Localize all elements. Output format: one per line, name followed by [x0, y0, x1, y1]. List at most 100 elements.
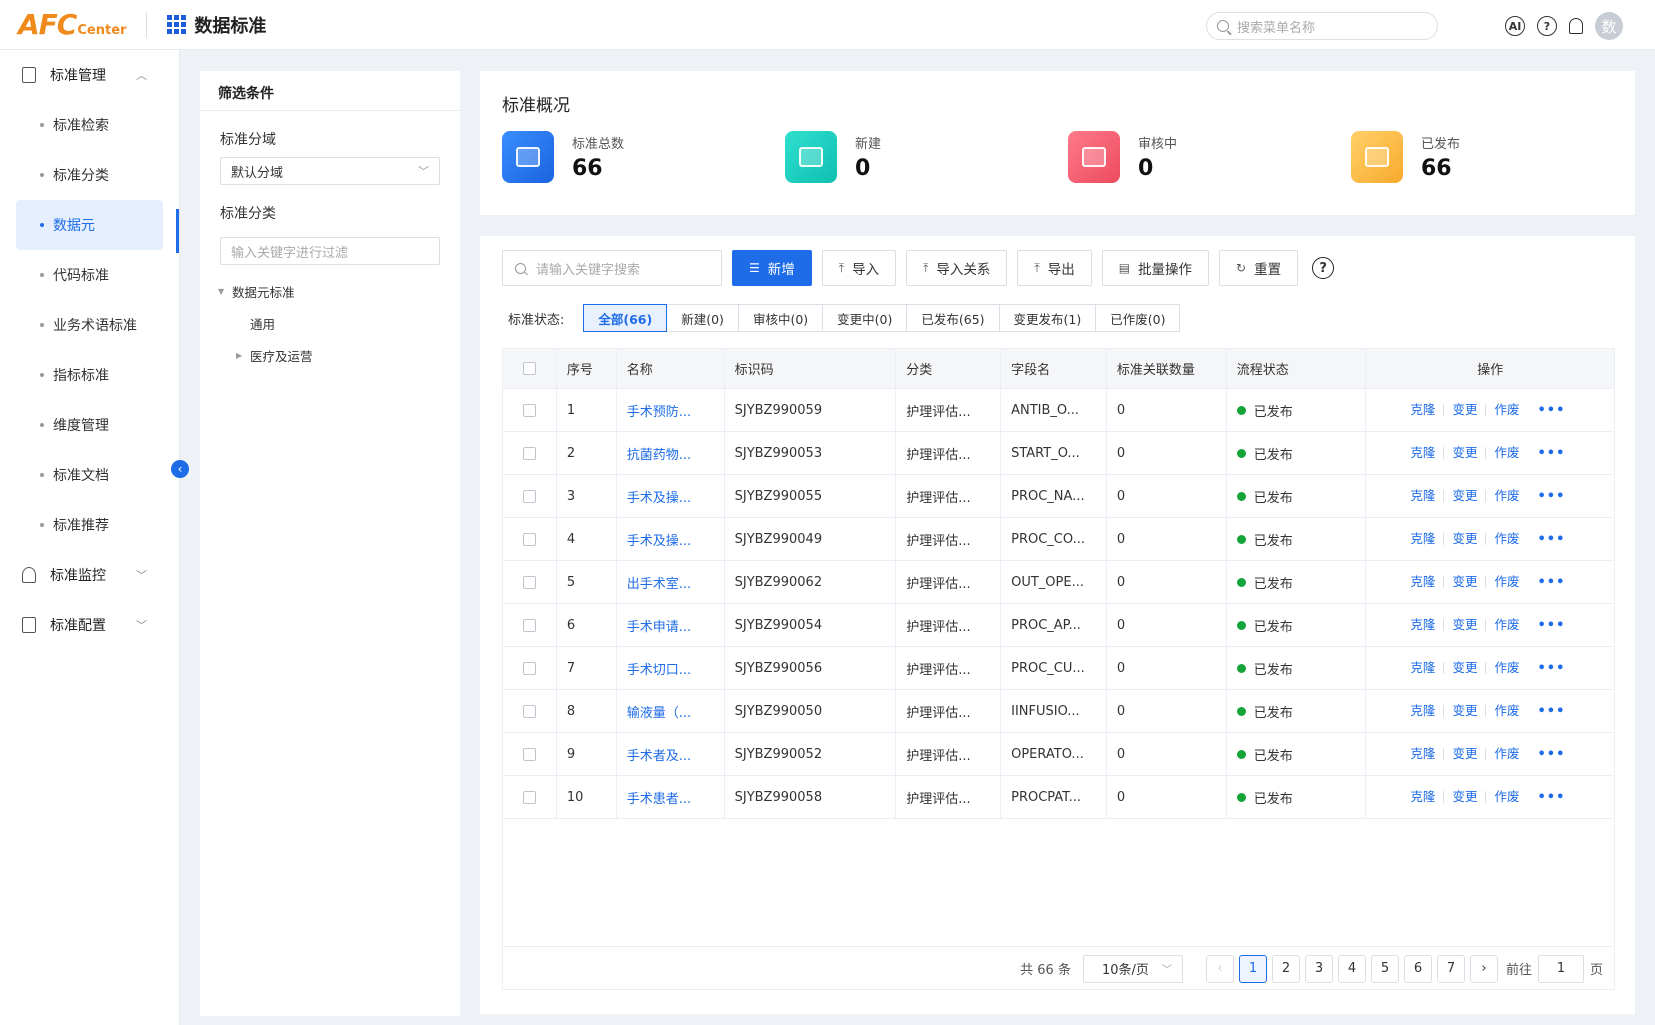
domain-select[interactable]: 默认分域 ﹀ — [220, 157, 440, 185]
sidebar-group-standard-management[interactable]: 标准管理 ︿ — [0, 50, 179, 100]
sidebar-item-business-term[interactable]: 业务术语标准 — [0, 300, 179, 350]
row-name-link[interactable]: 手术及操... — [617, 518, 725, 560]
status-tab-reviewing[interactable]: 审核中(0) — [737, 304, 824, 332]
clone-action[interactable]: 克隆 — [1402, 618, 1445, 631]
change-action[interactable]: 变更 — [1444, 403, 1487, 416]
void-action[interactable]: 作废 — [1486, 618, 1527, 631]
status-tab-voided[interactable]: 已作废(0) — [1095, 304, 1181, 332]
more-actions-icon[interactable]: ••• — [1537, 575, 1565, 590]
status-tab-published[interactable]: 已发布(65) — [906, 304, 1000, 332]
clone-action[interactable]: 克隆 — [1402, 790, 1445, 803]
more-actions-icon[interactable]: ••• — [1537, 532, 1565, 547]
change-action[interactable]: 变更 — [1444, 446, 1487, 459]
void-action[interactable]: 作废 — [1486, 403, 1527, 416]
void-action[interactable]: 作废 — [1486, 575, 1527, 588]
clone-action[interactable]: 克隆 — [1402, 489, 1445, 502]
page-button[interactable]: 4 — [1337, 954, 1366, 983]
more-actions-icon[interactable]: ••• — [1537, 618, 1565, 633]
export-button[interactable]: ⤒ 导出 — [1017, 250, 1092, 286]
sidebar-item-data-element[interactable]: 数据元 — [16, 200, 163, 250]
afc-logo[interactable]: AFC Center — [18, 8, 126, 41]
row-checkbox[interactable] — [522, 704, 536, 718]
category-filter-input[interactable]: 输入关键字进行过滤 — [220, 237, 440, 265]
app-switcher[interactable]: 数据标准 — [167, 12, 266, 38]
change-action[interactable]: 变更 — [1444, 747, 1487, 760]
void-action[interactable]: 作废 — [1486, 532, 1527, 545]
more-actions-icon[interactable]: ••• — [1537, 747, 1565, 762]
sidebar-item-standard-recommend[interactable]: 标准推荐 — [0, 500, 179, 550]
row-checkbox[interactable] — [522, 790, 536, 804]
row-name-link[interactable]: 手术及操... — [617, 475, 725, 517]
change-action[interactable]: 变更 — [1444, 618, 1487, 631]
menu-search-input[interactable]: 搜索菜单名称 — [1206, 12, 1438, 40]
page-button[interactable]: 1 — [1238, 954, 1267, 983]
help-icon[interactable]: ? — [1537, 16, 1557, 36]
clone-action[interactable]: 克隆 — [1402, 403, 1445, 416]
sidebar-item-standard-docs[interactable]: 标准文档 — [0, 450, 179, 500]
status-tab-new[interactable]: 新建(0) — [666, 304, 739, 332]
clone-action[interactable]: 克隆 — [1402, 446, 1445, 459]
void-action[interactable]: 作废 — [1486, 747, 1527, 760]
row-name-link[interactable]: 抗菌药物... — [617, 432, 725, 474]
select-all-checkbox[interactable] — [522, 362, 536, 375]
void-action[interactable]: 作废 — [1486, 446, 1527, 459]
row-checkbox[interactable] — [522, 532, 536, 546]
page-button[interactable]: 6 — [1403, 954, 1432, 983]
sidebar-item-standard-search[interactable]: 标准检索 — [0, 100, 179, 150]
tree-node-medical[interactable]: ▶ 医疗及运营 — [200, 339, 460, 371]
row-name-link[interactable]: 输液量（... — [617, 690, 725, 732]
page-button[interactable]: 3 — [1304, 954, 1333, 983]
clone-action[interactable]: 克隆 — [1402, 747, 1445, 760]
sidebar-item-code-standard[interactable]: 代码标准 — [0, 250, 179, 300]
sidebar-item-metric-standard[interactable]: 指标标准 — [0, 350, 179, 400]
user-avatar[interactable]: 数 — [1595, 12, 1623, 40]
change-action[interactable]: 变更 — [1444, 790, 1487, 803]
more-actions-icon[interactable]: ••• — [1537, 403, 1565, 418]
void-action[interactable]: 作废 — [1486, 790, 1527, 803]
row-name-link[interactable]: 手术申请... — [617, 604, 725, 646]
row-name-link[interactable]: 出手术室... — [617, 561, 725, 603]
row-checkbox[interactable] — [522, 489, 536, 503]
import-button[interactable]: ⤒ 导入 — [821, 250, 897, 286]
clone-action[interactable]: 克隆 — [1402, 575, 1445, 588]
page-button[interactable]: 7 — [1436, 954, 1465, 983]
page-button[interactable]: 2 — [1271, 954, 1300, 983]
status-tab-change-published[interactable]: 变更发布(1) — [998, 304, 1097, 332]
page-button[interactable]: 5 — [1370, 954, 1399, 983]
change-action[interactable]: 变更 — [1444, 661, 1487, 674]
row-checkbox[interactable] — [522, 618, 536, 632]
sidebar-group-standard-config[interactable]: 标准配置 ﹀ — [0, 600, 179, 650]
status-tab-changing[interactable]: 变更中(0) — [822, 304, 908, 332]
app-grid-icon[interactable] — [167, 15, 187, 34]
row-name-link[interactable]: 手术患者... — [617, 776, 725, 818]
batch-operation-button[interactable]: ▤ 批量操作 — [1101, 250, 1210, 286]
status-tab-all[interactable]: 全部(66) — [583, 304, 668, 332]
sidebar-group-standard-monitor[interactable]: 标准监控 ﹀ — [0, 550, 179, 600]
change-action[interactable]: 变更 — [1444, 489, 1487, 502]
ai-icon[interactable]: AI — [1505, 16, 1525, 36]
void-action[interactable]: 作废 — [1486, 704, 1527, 717]
add-button[interactable]: ☰ 新增 — [732, 250, 812, 286]
row-name-link[interactable]: 手术预防... — [617, 389, 725, 431]
next-page-button[interactable]: › — [1469, 954, 1498, 983]
clone-action[interactable]: 克隆 — [1402, 532, 1445, 545]
void-action[interactable]: 作废 — [1486, 489, 1527, 502]
sidebar-item-standard-category[interactable]: 标准分类 — [0, 150, 179, 200]
tree-node-root[interactable]: ▼ 数据元标准 — [200, 275, 460, 307]
clone-action[interactable]: 克隆 — [1402, 704, 1445, 717]
row-name-link[interactable]: 手术者及... — [617, 733, 725, 775]
more-actions-icon[interactable]: ••• — [1537, 704, 1565, 719]
notification-bell-icon[interactable] — [1569, 18, 1583, 34]
prev-page-button[interactable]: ‹ — [1205, 954, 1234, 983]
sidebar-item-dimension[interactable]: 维度管理 — [0, 400, 179, 450]
import-relation-button[interactable]: ⤒ 导入关系 — [906, 250, 1008, 286]
row-name-link[interactable]: 手术切口... — [617, 647, 725, 689]
row-checkbox[interactable] — [522, 446, 536, 460]
row-checkbox[interactable] — [522, 575, 536, 589]
change-action[interactable]: 变更 — [1444, 532, 1487, 545]
row-checkbox[interactable] — [522, 747, 536, 761]
keyword-search-input[interactable]: 请输入关键字搜索 — [502, 250, 722, 286]
more-actions-icon[interactable]: ••• — [1537, 489, 1565, 504]
void-action[interactable]: 作废 — [1486, 661, 1527, 674]
more-actions-icon[interactable]: ••• — [1537, 446, 1565, 461]
